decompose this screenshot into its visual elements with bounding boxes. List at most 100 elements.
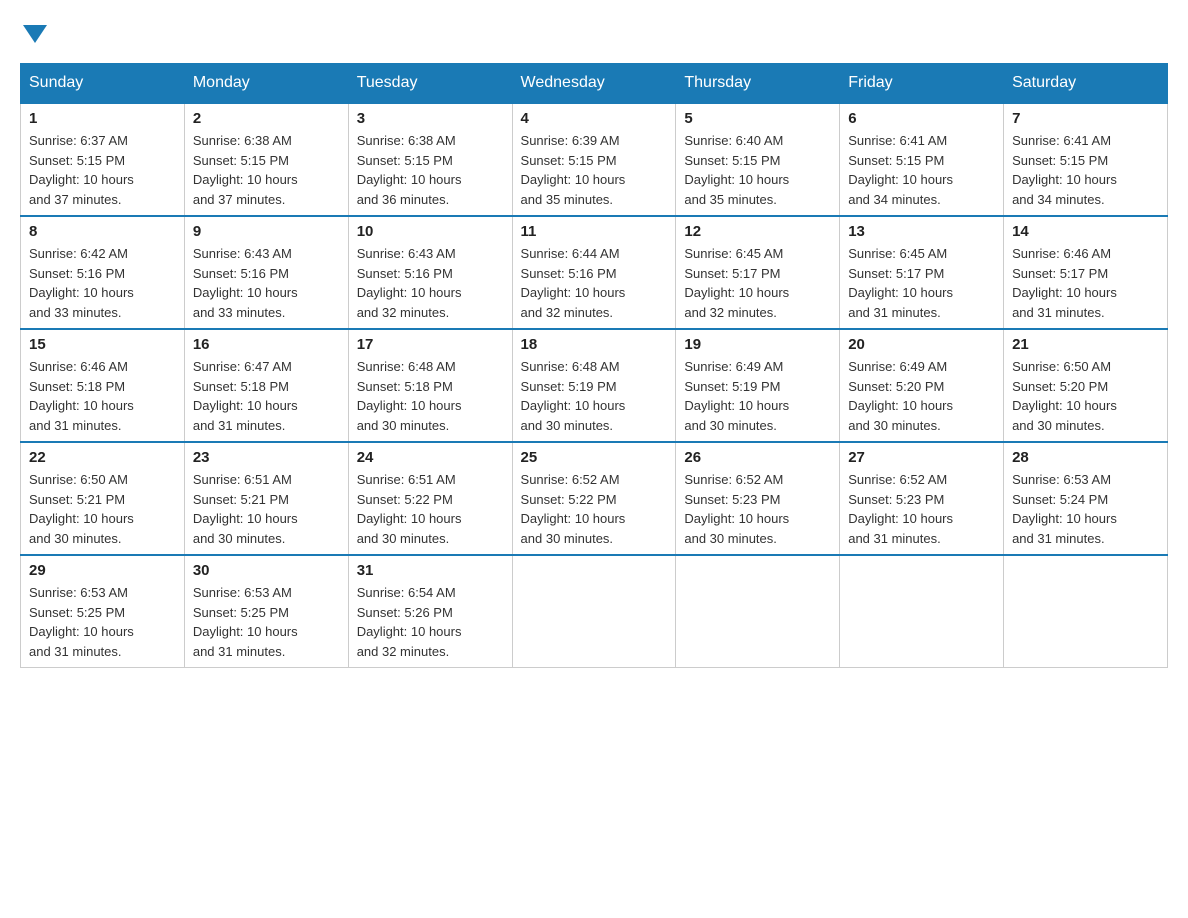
day-number: 21 <box>1012 336 1159 353</box>
day-info: Sunrise: 6:38 AMSunset: 5:15 PMDaylight:… <box>357 133 462 207</box>
calendar-cell: 5 Sunrise: 6:40 AMSunset: 5:15 PMDayligh… <box>676 103 840 216</box>
calendar-week-row: 29 Sunrise: 6:53 AMSunset: 5:25 PMDaylig… <box>21 555 1168 668</box>
day-number: 26 <box>684 449 831 466</box>
day-info: Sunrise: 6:37 AMSunset: 5:15 PMDaylight:… <box>29 133 134 207</box>
calendar-cell: 9 Sunrise: 6:43 AMSunset: 5:16 PMDayligh… <box>184 216 348 329</box>
day-number: 11 <box>521 223 668 240</box>
day-number: 1 <box>29 110 176 127</box>
calendar-cell: 22 Sunrise: 6:50 AMSunset: 5:21 PMDaylig… <box>21 442 185 555</box>
day-info: Sunrise: 6:54 AMSunset: 5:26 PMDaylight:… <box>357 585 462 659</box>
day-info: Sunrise: 6:52 AMSunset: 5:23 PMDaylight:… <box>848 472 953 546</box>
calendar-cell: 2 Sunrise: 6:38 AMSunset: 5:15 PMDayligh… <box>184 103 348 216</box>
logo-general <box>20 20 47 43</box>
calendar-table: SundayMondayTuesdayWednesdayThursdayFrid… <box>20 63 1168 668</box>
day-info: Sunrise: 6:46 AMSunset: 5:18 PMDaylight:… <box>29 359 134 433</box>
day-number: 16 <box>193 336 340 353</box>
calendar-cell: 21 Sunrise: 6:50 AMSunset: 5:20 PMDaylig… <box>1004 329 1168 442</box>
day-info: Sunrise: 6:52 AMSunset: 5:23 PMDaylight:… <box>684 472 789 546</box>
calendar-cell <box>676 555 840 668</box>
logo-triangle-icon <box>23 25 47 43</box>
day-info: Sunrise: 6:51 AMSunset: 5:22 PMDaylight:… <box>357 472 462 546</box>
calendar-cell: 27 Sunrise: 6:52 AMSunset: 5:23 PMDaylig… <box>840 442 1004 555</box>
day-number: 2 <box>193 110 340 127</box>
days-of-week-row: SundayMondayTuesdayWednesdayThursdayFrid… <box>21 64 1168 104</box>
calendar-cell <box>1004 555 1168 668</box>
calendar-cell: 12 Sunrise: 6:45 AMSunset: 5:17 PMDaylig… <box>676 216 840 329</box>
day-of-week-header: Sunday <box>21 64 185 104</box>
day-number: 15 <box>29 336 176 353</box>
day-number: 29 <box>29 562 176 579</box>
logo <box>20 20 47 43</box>
calendar-header: SundayMondayTuesdayWednesdayThursdayFrid… <box>21 64 1168 104</box>
day-info: Sunrise: 6:38 AMSunset: 5:15 PMDaylight:… <box>193 133 298 207</box>
day-number: 20 <box>848 336 995 353</box>
day-info: Sunrise: 6:50 AMSunset: 5:20 PMDaylight:… <box>1012 359 1117 433</box>
day-number: 28 <box>1012 449 1159 466</box>
calendar-cell: 10 Sunrise: 6:43 AMSunset: 5:16 PMDaylig… <box>348 216 512 329</box>
day-number: 4 <box>521 110 668 127</box>
day-number: 18 <box>521 336 668 353</box>
day-number: 3 <box>357 110 504 127</box>
day-of-week-header: Wednesday <box>512 64 676 104</box>
day-info: Sunrise: 6:45 AMSunset: 5:17 PMDaylight:… <box>684 246 789 320</box>
calendar-cell: 16 Sunrise: 6:47 AMSunset: 5:18 PMDaylig… <box>184 329 348 442</box>
day-number: 9 <box>193 223 340 240</box>
day-info: Sunrise: 6:41 AMSunset: 5:15 PMDaylight:… <box>848 133 953 207</box>
day-number: 13 <box>848 223 995 240</box>
day-info: Sunrise: 6:53 AMSunset: 5:25 PMDaylight:… <box>193 585 298 659</box>
calendar-cell: 8 Sunrise: 6:42 AMSunset: 5:16 PMDayligh… <box>21 216 185 329</box>
day-info: Sunrise: 6:49 AMSunset: 5:20 PMDaylight:… <box>848 359 953 433</box>
day-number: 19 <box>684 336 831 353</box>
day-of-week-header: Monday <box>184 64 348 104</box>
calendar-cell: 14 Sunrise: 6:46 AMSunset: 5:17 PMDaylig… <box>1004 216 1168 329</box>
day-number: 8 <box>29 223 176 240</box>
calendar-body: 1 Sunrise: 6:37 AMSunset: 5:15 PMDayligh… <box>21 103 1168 668</box>
calendar-cell: 30 Sunrise: 6:53 AMSunset: 5:25 PMDaylig… <box>184 555 348 668</box>
day-number: 25 <box>521 449 668 466</box>
day-info: Sunrise: 6:49 AMSunset: 5:19 PMDaylight:… <box>684 359 789 433</box>
day-info: Sunrise: 6:46 AMSunset: 5:17 PMDaylight:… <box>1012 246 1117 320</box>
day-number: 23 <box>193 449 340 466</box>
day-of-week-header: Thursday <box>676 64 840 104</box>
day-info: Sunrise: 6:40 AMSunset: 5:15 PMDaylight:… <box>684 133 789 207</box>
day-number: 31 <box>357 562 504 579</box>
page-header <box>20 20 1168 43</box>
day-info: Sunrise: 6:45 AMSunset: 5:17 PMDaylight:… <box>848 246 953 320</box>
day-info: Sunrise: 6:42 AMSunset: 5:16 PMDaylight:… <box>29 246 134 320</box>
day-info: Sunrise: 6:53 AMSunset: 5:24 PMDaylight:… <box>1012 472 1117 546</box>
calendar-week-row: 15 Sunrise: 6:46 AMSunset: 5:18 PMDaylig… <box>21 329 1168 442</box>
calendar-cell: 25 Sunrise: 6:52 AMSunset: 5:22 PMDaylig… <box>512 442 676 555</box>
day-info: Sunrise: 6:41 AMSunset: 5:15 PMDaylight:… <box>1012 133 1117 207</box>
day-info: Sunrise: 6:53 AMSunset: 5:25 PMDaylight:… <box>29 585 134 659</box>
calendar-cell <box>840 555 1004 668</box>
calendar-cell: 4 Sunrise: 6:39 AMSunset: 5:15 PMDayligh… <box>512 103 676 216</box>
calendar-cell: 6 Sunrise: 6:41 AMSunset: 5:15 PMDayligh… <box>840 103 1004 216</box>
calendar-week-row: 8 Sunrise: 6:42 AMSunset: 5:16 PMDayligh… <box>21 216 1168 329</box>
calendar-cell: 31 Sunrise: 6:54 AMSunset: 5:26 PMDaylig… <box>348 555 512 668</box>
day-of-week-header: Tuesday <box>348 64 512 104</box>
day-number: 6 <box>848 110 995 127</box>
day-info: Sunrise: 6:48 AMSunset: 5:19 PMDaylight:… <box>521 359 626 433</box>
day-of-week-header: Saturday <box>1004 64 1168 104</box>
day-info: Sunrise: 6:47 AMSunset: 5:18 PMDaylight:… <box>193 359 298 433</box>
calendar-cell: 20 Sunrise: 6:49 AMSunset: 5:20 PMDaylig… <box>840 329 1004 442</box>
day-of-week-header: Friday <box>840 64 1004 104</box>
day-number: 22 <box>29 449 176 466</box>
calendar-cell: 13 Sunrise: 6:45 AMSunset: 5:17 PMDaylig… <box>840 216 1004 329</box>
day-number: 27 <box>848 449 995 466</box>
day-info: Sunrise: 6:39 AMSunset: 5:15 PMDaylight:… <box>521 133 626 207</box>
day-info: Sunrise: 6:44 AMSunset: 5:16 PMDaylight:… <box>521 246 626 320</box>
calendar-cell: 11 Sunrise: 6:44 AMSunset: 5:16 PMDaylig… <box>512 216 676 329</box>
calendar-cell: 26 Sunrise: 6:52 AMSunset: 5:23 PMDaylig… <box>676 442 840 555</box>
day-info: Sunrise: 6:43 AMSunset: 5:16 PMDaylight:… <box>193 246 298 320</box>
day-info: Sunrise: 6:43 AMSunset: 5:16 PMDaylight:… <box>357 246 462 320</box>
calendar-cell: 19 Sunrise: 6:49 AMSunset: 5:19 PMDaylig… <box>676 329 840 442</box>
calendar-cell: 24 Sunrise: 6:51 AMSunset: 5:22 PMDaylig… <box>348 442 512 555</box>
calendar-cell: 1 Sunrise: 6:37 AMSunset: 5:15 PMDayligh… <box>21 103 185 216</box>
day-number: 5 <box>684 110 831 127</box>
calendar-cell: 29 Sunrise: 6:53 AMSunset: 5:25 PMDaylig… <box>21 555 185 668</box>
day-number: 17 <box>357 336 504 353</box>
calendar-cell <box>512 555 676 668</box>
day-number: 7 <box>1012 110 1159 127</box>
day-info: Sunrise: 6:52 AMSunset: 5:22 PMDaylight:… <box>521 472 626 546</box>
